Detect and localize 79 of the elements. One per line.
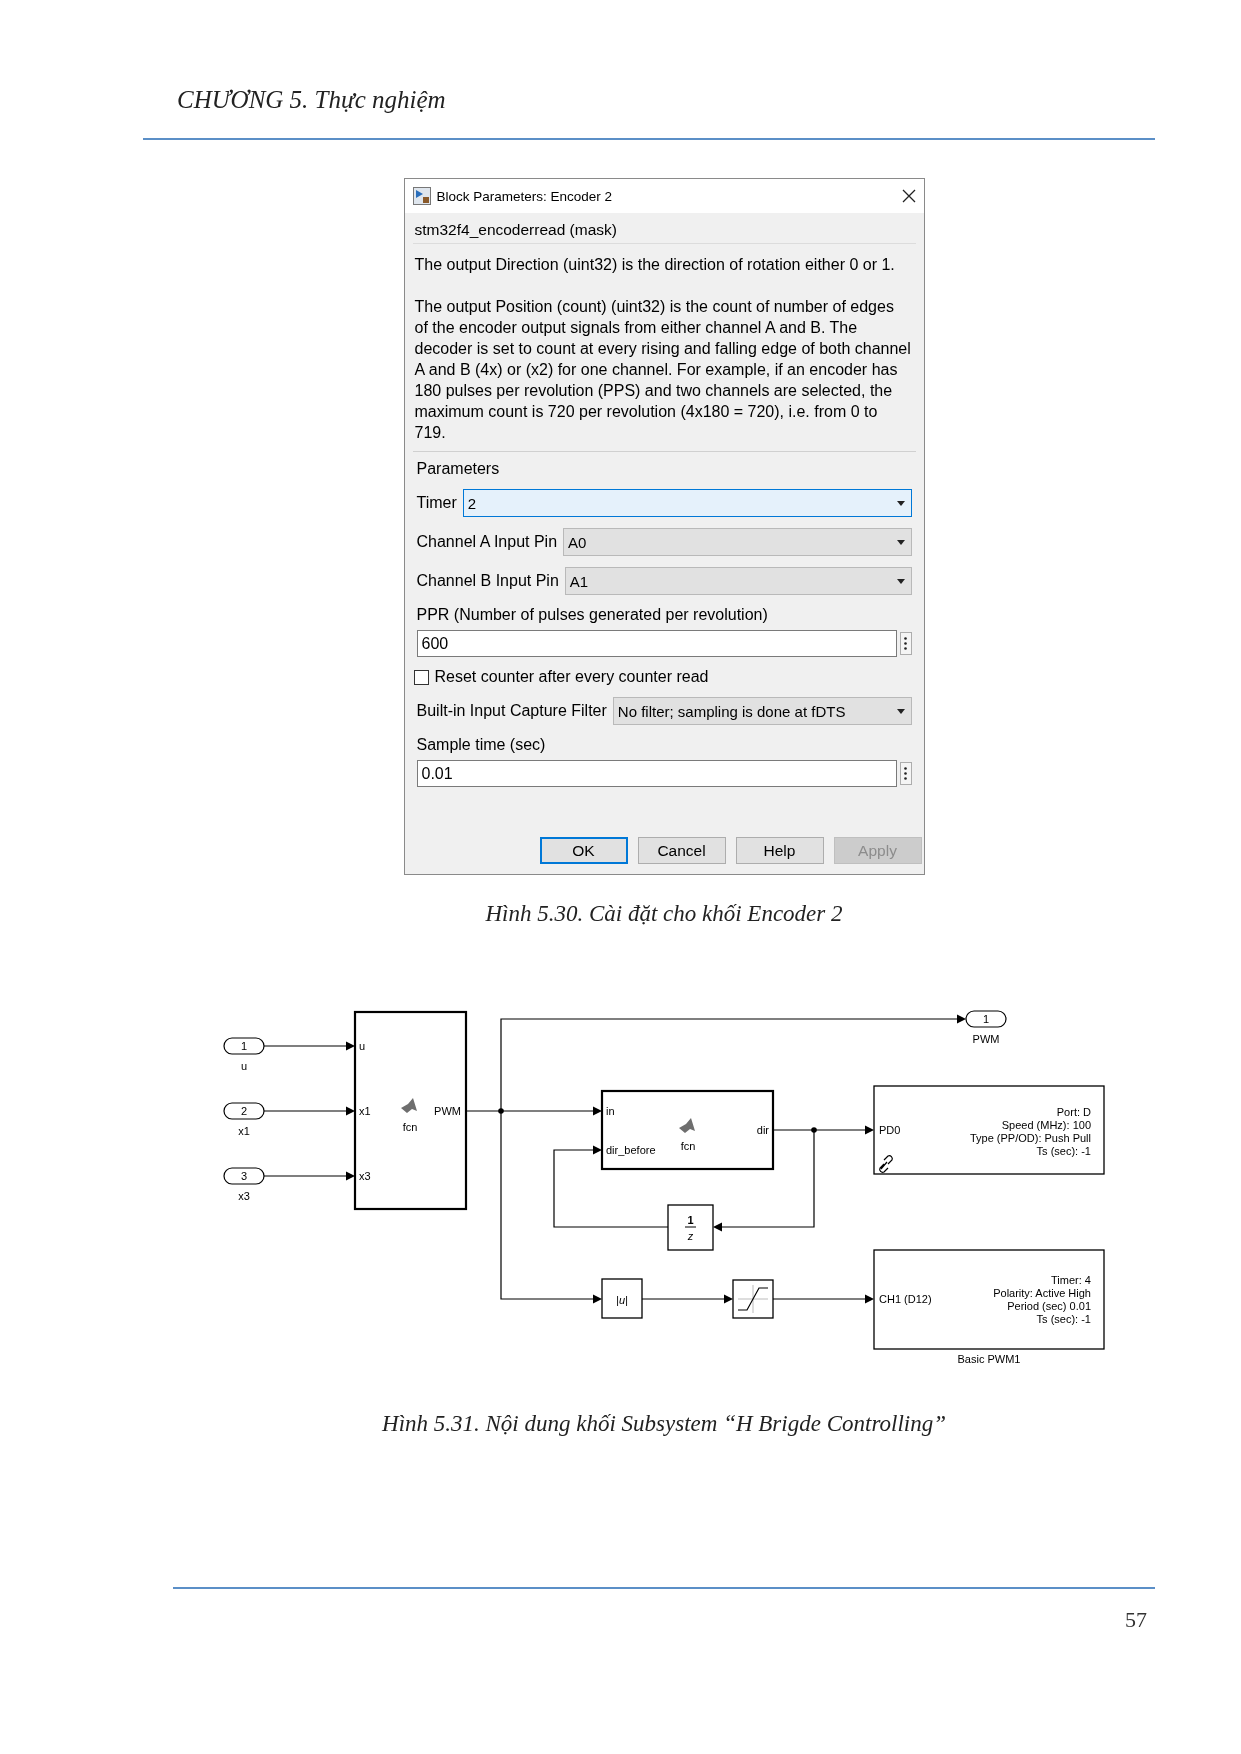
caret-icon — [896, 578, 905, 584]
dialog-button[interactable]: Help — [735, 837, 824, 864]
caret-icon — [896, 539, 905, 545]
port-label: in — [606, 1105, 615, 1117]
caret-icon — [896, 500, 905, 506]
port-label: dir — [756, 1124, 769, 1136]
field-label: Channel A Input Pin — [416, 533, 558, 551]
description-text: The output Position (count) (uint32) is the count of number of edges of the encoder output signals from either channel A and B. The decoder is set to count at every rising and falling edge of both channel A and B (4x) or (x2) for one channel. For example, if an encoder has 180 pulses per revolution (PPS) and two channels are selected, the maximum count is 720 per revolution (4x180 = 720), i.e. from 0 to 719. — [414, 297, 912, 443]
block-setting: Timer: 4 — [1051, 1274, 1091, 1286]
chapter-title: CHƯƠNG 5. Thực nghiệm — [177, 86, 446, 113]
abs-label: |u| — [616, 1294, 628, 1306]
mask-title: stm32f4_encoderread (mask) — [413, 220, 618, 240]
block-setting: Type (PP/OD): Push Pull — [969, 1132, 1091, 1144]
checkbox[interactable] — [413, 669, 429, 685]
field-label: Built-in Input Capture Filter — [416, 702, 607, 720]
inport-block — [223, 1037, 265, 1055]
block-icon — [412, 187, 431, 205]
delay-denominator: z — [687, 1230, 694, 1242]
field-label: Timer — [416, 494, 457, 512]
block-setting: Speed (MHz): 100 — [1001, 1119, 1091, 1131]
port-label: x3 — [238, 1190, 250, 1202]
dialog-button[interactable]: OK — [539, 837, 628, 864]
more-button[interactable] — [899, 762, 912, 785]
dropdown[interactable]: A1 — [564, 567, 912, 595]
block-setting: Ts (sec): -1 — [1036, 1313, 1091, 1325]
figure-caption: Hình 5.31. Nội dung khối Subsystem “H Brigde Controlling” — [382, 1411, 946, 1437]
surface-icon — [679, 1118, 695, 1133]
branch-point — [811, 1127, 817, 1133]
port-number: 1 — [240, 1040, 248, 1052]
delay-numerator: 1 — [687, 1214, 694, 1226]
link-icon — [879, 1155, 893, 1173]
block-setting: Polarity: Active High — [993, 1287, 1091, 1299]
field-label: Sample time (sec) — [416, 736, 547, 754]
checkbox-label: Reset counter after every counter read — [434, 668, 709, 686]
input-field[interactable]: 0.01 — [416, 760, 897, 787]
block-label: fcn — [402, 1121, 418, 1133]
port-label: PD0 — [879, 1124, 901, 1136]
close-icon[interactable] — [901, 189, 916, 203]
page-number: 57 — [1125, 1607, 1148, 1633]
inport-block — [223, 1102, 265, 1120]
port-label: u — [359, 1040, 366, 1052]
block-setting: Period (sec) 0.01 — [1007, 1300, 1091, 1312]
dialog-button[interactable]: Cancel — [637, 837, 726, 864]
block-label: fcn — [680, 1140, 696, 1152]
port-number: 1 — [982, 1013, 990, 1025]
port-label: CH1 (D12) — [879, 1293, 932, 1305]
port-number: 3 — [240, 1170, 248, 1182]
delay-block — [667, 1204, 714, 1251]
port-label: PWM — [434, 1105, 461, 1117]
port-label: x1 — [238, 1125, 250, 1137]
block-name: Basic PWM1 — [957, 1353, 1021, 1365]
dropdown[interactable]: No filter; sampling is done at fDTS — [612, 697, 912, 725]
port-label: u — [240, 1060, 248, 1072]
caret-icon — [896, 708, 905, 714]
port-number: 2 — [240, 1105, 248, 1117]
dropdown[interactable]: A0 — [563, 528, 912, 556]
saturation-block — [732, 1279, 774, 1319]
dropdown[interactable]: 2 — [462, 489, 912, 517]
input-field[interactable]: 600 — [416, 630, 897, 657]
inport-block — [223, 1167, 265, 1185]
surface-icon — [401, 1098, 417, 1113]
port-label: dir_before — [606, 1144, 656, 1156]
more-button[interactable] — [899, 632, 912, 655]
description-text: The output Direction (uint32) is the direction of rotation either 0 or 1. — [414, 255, 896, 275]
port-label: x1 — [359, 1105, 371, 1117]
window-title: Block Parameters: Encoder 2 — [436, 188, 614, 204]
section-title: Parameters — [416, 460, 501, 478]
block-setting: Ts (sec): -1 — [1036, 1145, 1091, 1157]
outport-block — [965, 1010, 1007, 1028]
abs-block — [601, 1278, 643, 1319]
figure-caption: Hình 5.30. Cài đặt cho khối Encoder 2 — [485, 901, 843, 927]
branch-point — [498, 1108, 504, 1114]
more-icon — [904, 637, 907, 650]
field-label: Channel B Input Pin — [416, 572, 559, 590]
field-label: PPR (Number of pulses generated per revolution) — [416, 606, 769, 624]
more-icon — [904, 767, 907, 780]
port-label: x3 — [359, 1170, 371, 1182]
block-setting: Port: D — [1056, 1106, 1091, 1118]
port-label: PWM — [972, 1033, 1000, 1045]
